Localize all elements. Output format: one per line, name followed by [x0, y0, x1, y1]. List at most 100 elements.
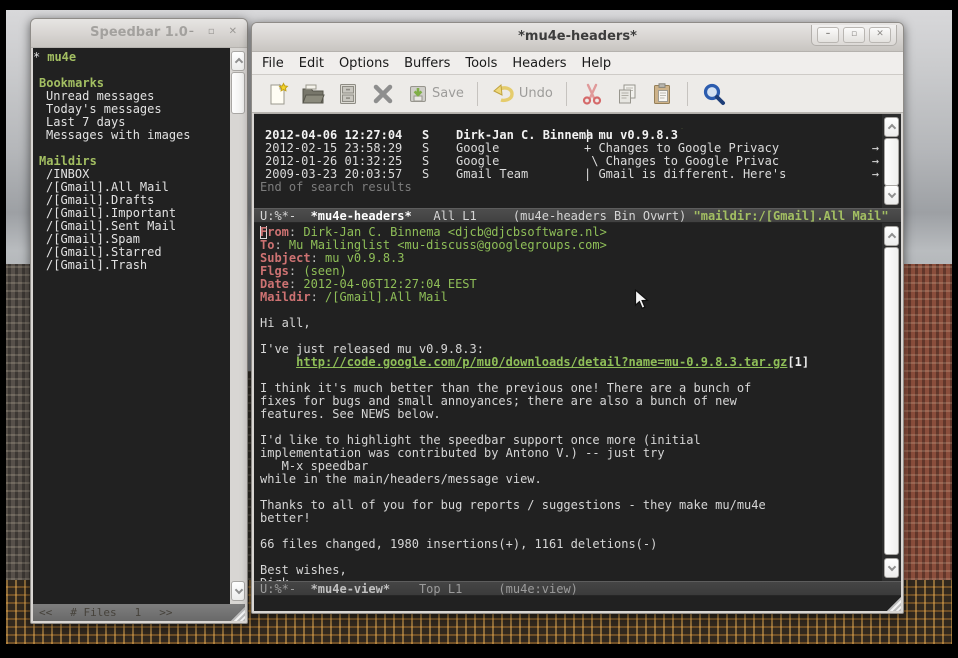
speedbar-maximize-button[interactable]: ▫: [208, 26, 215, 38]
message-body-line: [260, 369, 879, 382]
new-file-icon: [266, 82, 290, 106]
speedbar-nav-back[interactable]: <<: [39, 606, 52, 619]
copy-pages-icon: [615, 82, 639, 106]
speedbar-item[interactable]: Messages with images: [33, 129, 230, 142]
modeline-position: All L1 (mu4e-headers Bin Ovwrt): [412, 209, 694, 223]
maximize-button[interactable]: ▫: [843, 27, 865, 43]
emacs-titlebar[interactable]: *mu4e-headers* – ▫ ✕: [252, 23, 903, 52]
modeline-flags: U:%*-: [260, 582, 311, 596]
truncation-arrow-icon: →: [872, 142, 879, 155]
scrollbar-thumb[interactable]: [884, 138, 899, 186]
headers-row[interactable]: 2012-01-26 01:32:25SGoogle \ Changes to …: [260, 155, 879, 168]
message-link[interactable]: http://code.google.com/p/mu0/downloads/d…: [296, 356, 787, 369]
save-button[interactable]: Save: [406, 82, 464, 106]
toolbar-separator: [566, 82, 567, 106]
message-body-line: while in the main/headers/message view.: [260, 473, 879, 486]
text-cursor: F: [260, 226, 267, 239]
speedbar-item[interactable]: /[Gmail].Drafts: [33, 194, 230, 207]
resize-grip[interactable]: [887, 597, 901, 611]
speedbar-item[interactable]: /[Gmail].Spam: [33, 233, 230, 246]
undo-button[interactable]: Undo: [491, 82, 553, 106]
emacs-frame-content: DateFlgsFromSubject 2012-04-06 12:27:04S…: [254, 113, 901, 611]
speedbar-item[interactable]: Last 7 days: [33, 116, 230, 129]
speedbar-titlebar[interactable]: Speedbar 1.0 – ▫ ✕: [31, 19, 247, 48]
speedbar-scrollbar[interactable]: [230, 48, 245, 604]
speedbar-item[interactable]: /[Gmail].Sent Mail: [33, 220, 230, 233]
message-header-field: From: Dirk-Jan C. Binnema <djcb@djcbsoft…: [260, 226, 879, 239]
scroll-down-icon[interactable]: [884, 185, 899, 205]
mu4e-headers-pane[interactable]: DateFlgsFromSubject 2012-04-06 12:27:04S…: [254, 114, 901, 208]
truncation-arrow-icon: →: [872, 155, 879, 168]
clipboard-icon: [650, 82, 674, 106]
undo-label: Undo: [519, 86, 553, 101]
modeline-buffer-name: *mu4e-headers*: [311, 209, 412, 223]
headers-row[interactable]: 2012-04-06 12:27:04SDirk-Jan C. Binnema|…: [260, 129, 879, 142]
view-modeline: U:%*- *mu4e-view* Top L1 (mu4e:view): [254, 581, 901, 596]
speedbar-item[interactable]: /[Gmail].Starred: [33, 246, 230, 259]
end-of-results-text: End of search results: [260, 181, 879, 194]
file-cabinet-icon: [336, 82, 360, 106]
copy-button[interactable]: [615, 82, 639, 106]
echo-area[interactable]: [254, 596, 901, 611]
headers-row[interactable]: 2009-03-23 20:03:57SGmail Team| Gmail is…: [260, 168, 879, 181]
message-header-field: Subject: mu v0.9.8.3: [260, 252, 879, 265]
kill-buffer-button[interactable]: [371, 82, 395, 106]
menu-edit[interactable]: Edit: [299, 56, 324, 71]
speedbar-minimize-button[interactable]: –: [189, 26, 194, 38]
scroll-down-icon[interactable]: [231, 581, 245, 601]
search-button[interactable]: [701, 81, 727, 107]
headers-scrollbar[interactable]: [882, 114, 901, 208]
speedbar-root-item[interactable]: * mu4e: [33, 51, 230, 64]
headers-row[interactable]: 2012-02-15 23:58:29SGoogle+ Changes to G…: [260, 142, 879, 155]
paste-button[interactable]: [650, 82, 674, 106]
toolbar-separator: [477, 82, 478, 106]
message-body-line: Best wishes,: [260, 564, 879, 577]
speedbar-item[interactable]: /[Gmail].Important: [33, 207, 230, 220]
modeline-buffer-name: *mu4e-view*: [311, 582, 390, 596]
message-body-line: features. See NEWS below.: [260, 408, 879, 421]
speedbar-nav-forward[interactable]: >>: [159, 606, 172, 619]
speedbar-item[interactable]: Unread messages: [33, 90, 230, 103]
speedbar-close-button[interactable]: ✕: [229, 26, 237, 38]
speedbar-item[interactable]: /INBOX: [33, 168, 230, 181]
modeline-flags: U:%*-: [260, 209, 311, 223]
mu4e-view-pane[interactable]: From: Dirk-Jan C. Binnema <djcb@djcbsoft…: [254, 223, 901, 581]
new-file-button[interactable]: [266, 82, 290, 106]
scroll-up-icon[interactable]: [884, 226, 899, 246]
speedbar-item[interactable]: /[Gmail].Trash: [33, 259, 230, 272]
speedbar-files-label: # Files: [70, 606, 116, 619]
view-scrollbar[interactable]: [882, 223, 901, 581]
window-controls: – ▫ ✕: [811, 25, 897, 46]
speedbar-item[interactable]: Today's messages: [33, 103, 230, 116]
message-header-field: Maildir: /[Gmail].All Mail: [260, 291, 879, 304]
scrollbar-thumb[interactable]: [884, 247, 899, 555]
menu-headers[interactable]: Headers: [512, 56, 566, 71]
search-icon: [701, 81, 727, 107]
scroll-up-icon[interactable]: [231, 51, 245, 71]
scrollbar-thumb[interactable]: [231, 72, 245, 114]
message-header-field: Date: 2012-04-06T12:27:04 EEST: [260, 278, 879, 291]
save-label: Save: [432, 86, 464, 101]
menu-tools[interactable]: Tools: [465, 56, 497, 71]
speedbar-blank-line: [33, 64, 230, 77]
speedbar-statusbar: << # Files 1 >>: [33, 604, 245, 621]
minimize-button[interactable]: –: [817, 27, 839, 43]
close-button[interactable]: ✕: [869, 27, 891, 43]
menu-buffers[interactable]: Buffers: [404, 56, 450, 71]
modeline-search-filter: "maildir:/[Gmail].All Mail": [694, 209, 889, 223]
scroll-down-icon[interactable]: [884, 558, 899, 578]
resize-grip[interactable]: [231, 607, 245, 621]
speedbar-root-label: mu4e: [47, 51, 76, 64]
modeline-position: Top L1 (mu4e:view): [390, 582, 578, 596]
menu-options[interactable]: Options: [339, 56, 389, 71]
message-header-field: Flgs: (seen): [260, 265, 879, 278]
speedbar-root-marker: *: [33, 51, 40, 64]
speedbar-item[interactable]: /[Gmail].All Mail: [33, 181, 230, 194]
menu-help[interactable]: Help: [582, 56, 612, 71]
dired-button[interactable]: [336, 82, 360, 106]
menu-file[interactable]: File: [262, 56, 284, 71]
message-body-line: [260, 421, 879, 434]
cut-button[interactable]: [580, 82, 604, 106]
scroll-up-icon[interactable]: [884, 117, 899, 137]
open-file-button[interactable]: [301, 82, 325, 106]
